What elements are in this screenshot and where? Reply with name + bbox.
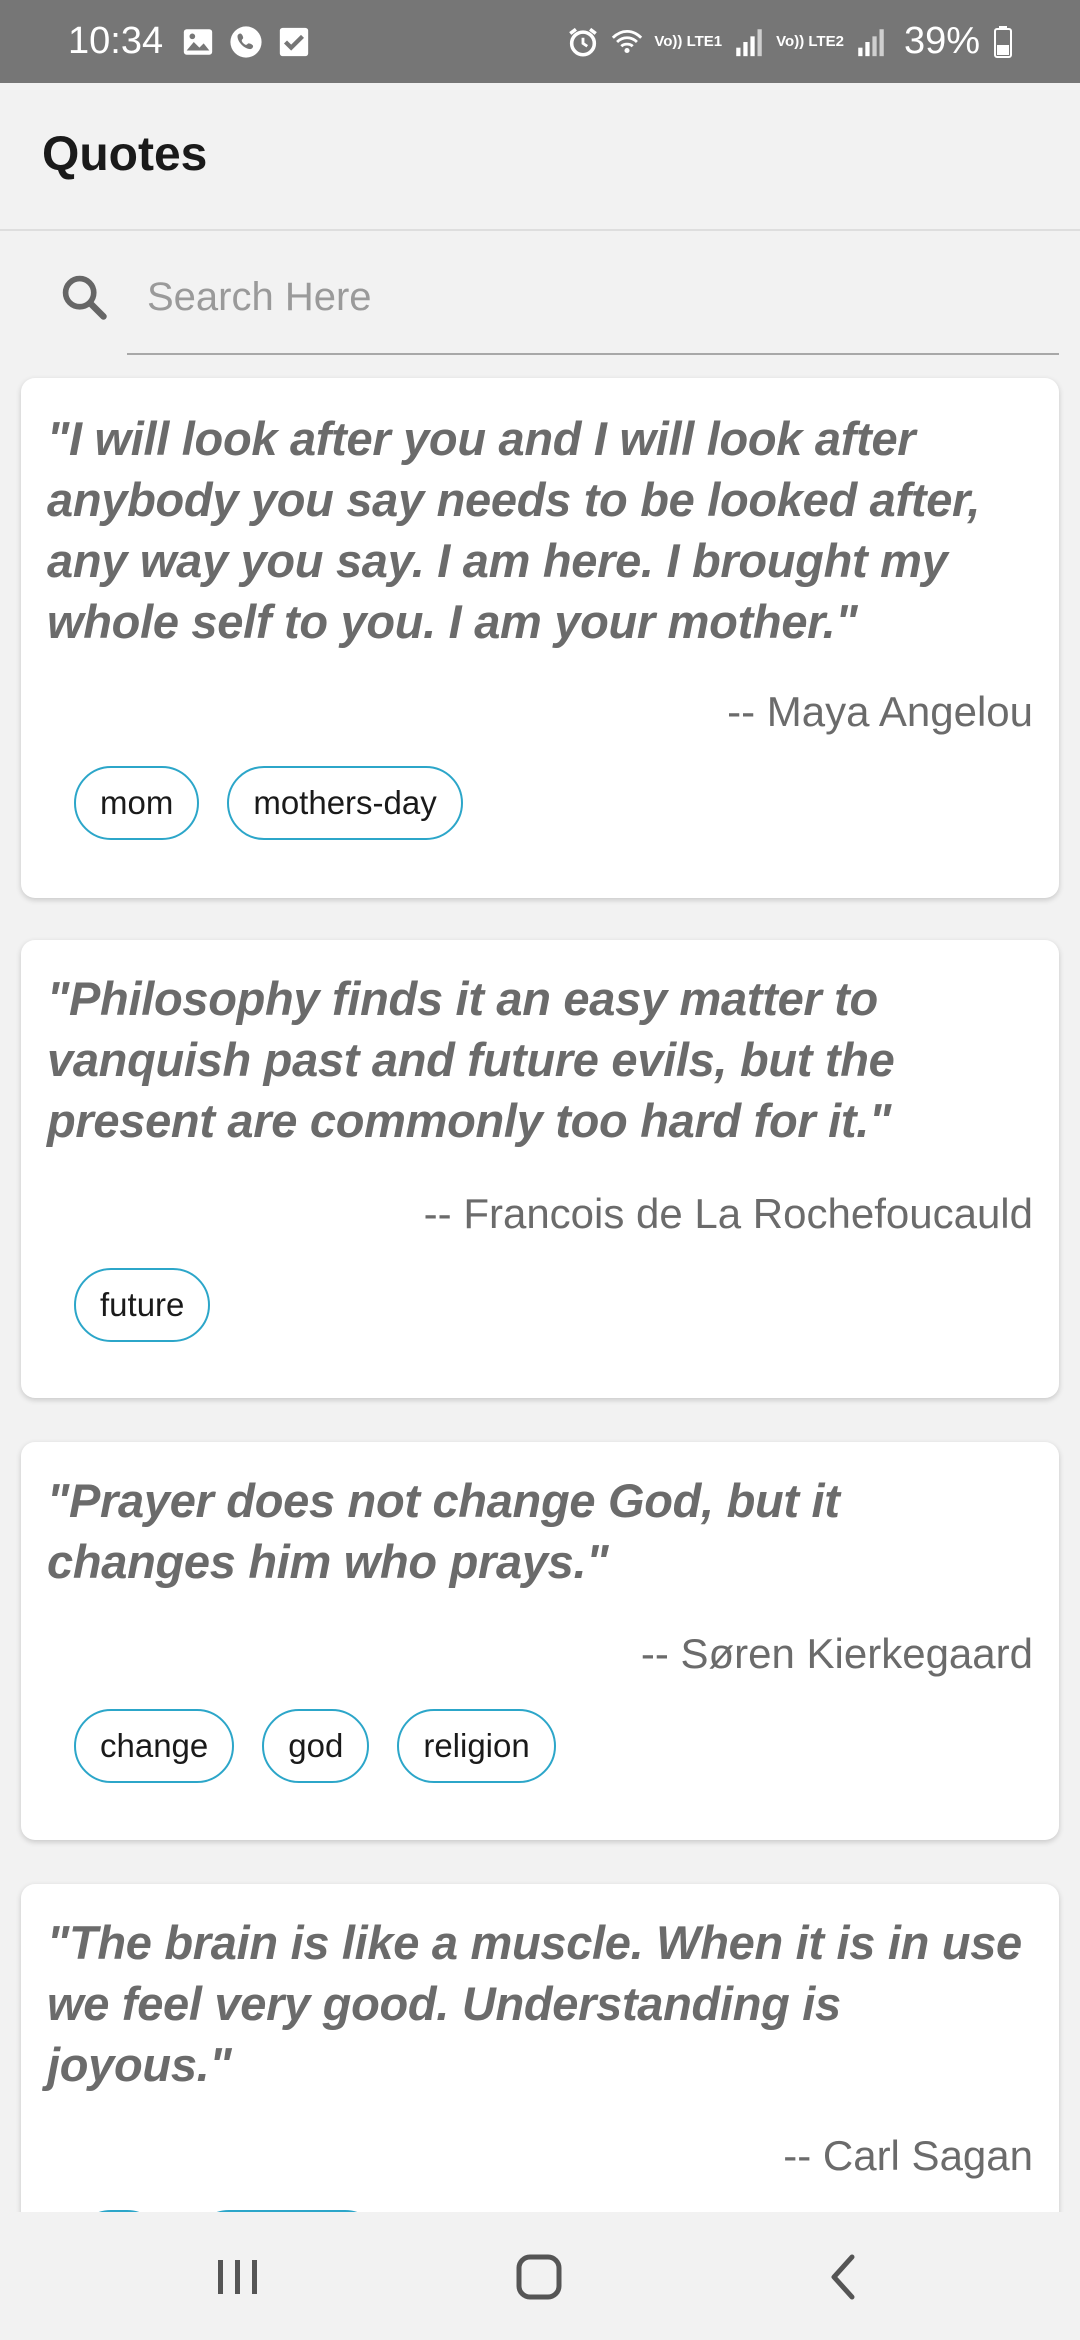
battery-percent: 39%: [903, 20, 980, 62]
home-icon[interactable]: [510, 2252, 570, 2302]
wifi-icon: [612, 29, 643, 53]
quote-text: "Prayer does not change God, but it chan…: [47, 1474, 840, 1588]
quote-text: "The brain is like a muscle. When it is …: [47, 1916, 1022, 2091]
back-icon[interactable]: [812, 2252, 872, 2302]
status-bar: 10:34 Vo)) LTE1 Vo)) LTE2 39%: [0, 0, 1080, 83]
search-icon[interactable]: [58, 271, 110, 323]
search-input[interactable]: [127, 271, 1059, 323]
battery-icon: [994, 25, 1012, 58]
tag-list: change god religion: [74, 1709, 556, 1783]
tag-chip[interactable]: mom: [74, 766, 200, 840]
checkbox-icon: [279, 27, 309, 56]
network-1-label: Vo)) LTE1: [654, 33, 723, 50]
tag-chip[interactable]: mothers-day: [227, 766, 463, 840]
status-system-icons: Vo)) LTE1 Vo)) LTE2 39%: [566, 20, 1012, 63]
tag-chip[interactable]: change: [74, 1709, 235, 1783]
phone-call-icon: [230, 25, 262, 58]
recents-icon[interactable]: [208, 2252, 268, 2302]
alarm-icon: [569, 27, 598, 57]
signal-2-icon: [858, 28, 884, 56]
quote-card[interactable]: "Philosophy finds it an easy matter to v…: [21, 940, 1059, 1398]
tag-chip[interactable]: religion: [397, 1709, 556, 1783]
quote-author: -- Carl Sagan: [783, 2132, 1033, 2179]
status-notification-icons: [181, 25, 311, 59]
navigation-bar: [0, 2212, 1080, 2340]
quote-author: -- Maya Angelou: [727, 688, 1033, 735]
tag-list: mom mothers-day: [74, 766, 463, 840]
network-2-label: Vo)) LTE2: [776, 33, 844, 50]
tag-list: future: [74, 1268, 211, 1342]
quote-card[interactable]: "The brain is like a muscle. When it is …: [21, 1884, 1059, 2212]
gallery-icon: [183, 28, 213, 55]
tag-chip[interactable]: future: [74, 1268, 211, 1342]
quote-text: "Philosophy finds it an easy matter to v…: [47, 972, 895, 1147]
app-bar: Quotes: [0, 83, 1080, 231]
search-bar: [0, 231, 1080, 356]
tag-chip[interactable]: god: [262, 1709, 370, 1783]
signal-1-icon: [736, 28, 762, 56]
quote-text: "I will look after you and I will look a…: [47, 412, 981, 648]
status-time: 10:34: [68, 20, 164, 62]
quote-card[interactable]: "I will look after you and I will look a…: [21, 378, 1059, 898]
quote-card[interactable]: "Prayer does not change God, but it chan…: [21, 1442, 1059, 1840]
search-underline: [127, 353, 1059, 355]
page-title: Quotes: [42, 128, 208, 181]
quote-author: -- Søren Kierkegaard: [640, 1630, 1033, 1677]
quote-author: -- Francois de La Rochefoucauld: [423, 1190, 1033, 1237]
